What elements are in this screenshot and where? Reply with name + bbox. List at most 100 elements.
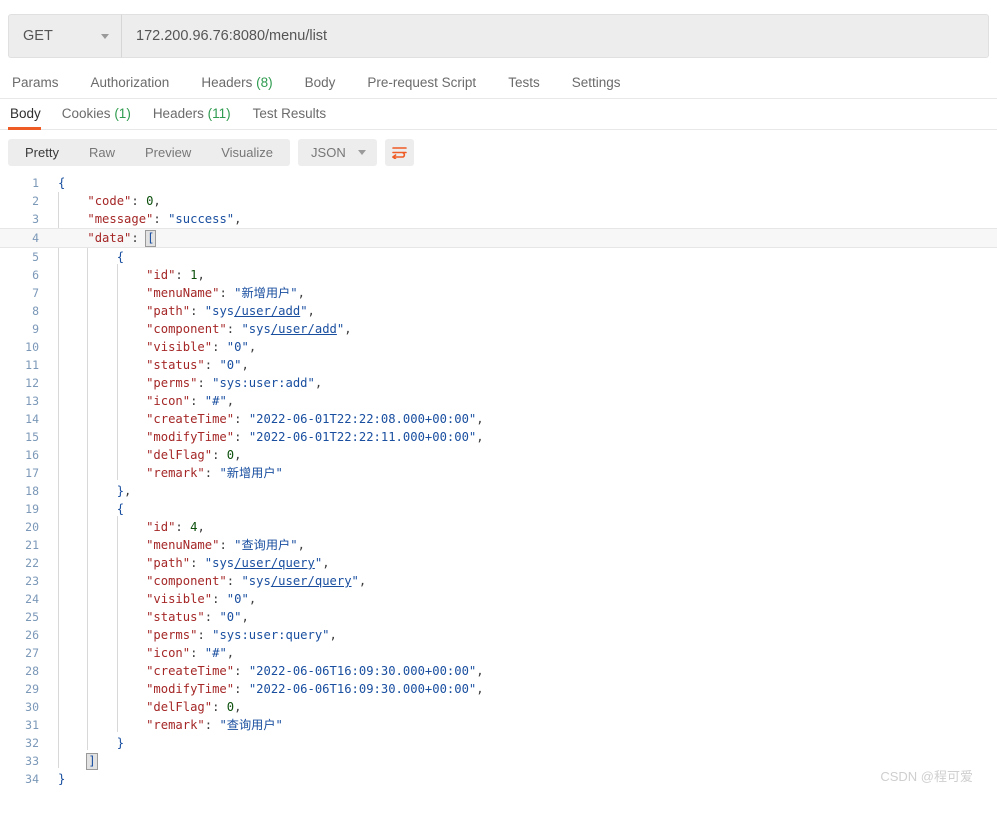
line-number: 16 xyxy=(25,448,39,462)
code-line: 22 "path": "sys/user/query", xyxy=(0,554,997,572)
code-line: 15 "modifyTime": "2022-06-01T22:22:11.00… xyxy=(0,428,997,446)
code-line: 29 "modifyTime": "2022-06-06T16:09:30.00… xyxy=(0,680,997,698)
response-tab-cookies[interactable]: Cookies (1) xyxy=(51,99,142,129)
line-number: 19 xyxy=(25,502,39,516)
response-format-select[interactable]: JSON xyxy=(298,139,377,166)
response-tab-label: Headers xyxy=(152,106,204,121)
code-line: 18 }, xyxy=(0,482,997,500)
line-number: 15 xyxy=(25,430,39,444)
request-tab-authorization[interactable]: Authorization xyxy=(75,66,186,99)
code-line: 31 "remark": "查询用户" xyxy=(0,716,997,734)
view-mode-raw[interactable]: Raw xyxy=(74,139,130,166)
code-line: 9 "component": "sys/user/add", xyxy=(0,320,997,338)
request-tab-settings[interactable]: Settings xyxy=(556,66,637,99)
line-number: 27 xyxy=(25,646,39,660)
code-text: "status": "0", xyxy=(146,358,249,372)
code-line: 3 "message": "success", xyxy=(0,210,997,228)
bracket-match-box: ] xyxy=(86,753,98,770)
watermark: CSDN @程可爱 xyxy=(880,769,973,784)
line-number: 5 xyxy=(32,250,39,264)
request-tab-pre-request-script[interactable]: Pre-request Script xyxy=(351,66,492,99)
word-wrap-button[interactable] xyxy=(384,139,414,166)
line-number: 33 xyxy=(25,754,39,768)
code-text: "path": "sys/user/query", xyxy=(146,556,330,570)
response-tab-test-results[interactable]: Test Results xyxy=(242,99,338,129)
response-tab-headers[interactable]: Headers (11) xyxy=(142,99,242,129)
view-mode-pretty[interactable]: Pretty xyxy=(10,139,74,166)
code-line: 20 "id": 4, xyxy=(0,518,997,536)
request-tab-params[interactable]: Params xyxy=(8,66,75,99)
chevron-down-icon xyxy=(357,150,366,155)
request-tab-count: (8) xyxy=(252,74,273,90)
request-tab-label: Authorization xyxy=(90,74,170,90)
code-line: 7 "menuName": "新增用户", xyxy=(0,284,997,302)
request-tab-label: Body xyxy=(304,74,336,90)
code-text: "modifyTime": "2022-06-06T16:09:30.000+0… xyxy=(146,682,484,696)
http-method-label: GET xyxy=(23,28,53,44)
code-line: 24 "visible": "0", xyxy=(0,590,997,608)
line-number: 32 xyxy=(25,736,39,750)
response-tab-count: (1) xyxy=(110,106,131,121)
code-line: 14 "createTime": "2022-06-01T22:22:08.00… xyxy=(0,410,997,428)
code-text: "component": "sys/user/add", xyxy=(146,322,352,336)
response-tab-label: Body xyxy=(10,106,41,121)
code-line: 26 "perms": "sys:user:query", xyxy=(0,626,997,644)
code-line: 2 "code": 0, xyxy=(0,192,997,210)
code-text: "modifyTime": "2022-06-01T22:22:11.000+0… xyxy=(146,430,484,444)
code-line: 21 "menuName": "查询用户", xyxy=(0,536,997,554)
code-text: "menuName": "查询用户", xyxy=(146,538,305,552)
code-text: "status": "0", xyxy=(146,610,249,624)
code-line: 32 } xyxy=(0,734,997,752)
code-line: 4 "data": [ xyxy=(0,228,997,248)
code-text: "delFlag": 0, xyxy=(146,700,242,714)
request-tab-label: Params xyxy=(12,74,59,90)
code-text: { xyxy=(116,502,125,516)
response-view-toolbar: Pretty Raw Preview Visualize JSON xyxy=(0,130,997,174)
line-number: 3 xyxy=(32,212,39,226)
request-tab-label: Headers xyxy=(201,74,253,90)
code-line: 10 "visible": "0", xyxy=(0,338,997,356)
response-tabs: Body Cookies (1) Headers (11) Test Results xyxy=(0,99,997,130)
code-text: } xyxy=(58,772,66,786)
bracket-match-box: [ xyxy=(145,230,157,247)
code-text: "createTime": "2022-06-01T22:22:08.000+0… xyxy=(146,412,484,426)
request-tab-headers[interactable]: Headers (8) xyxy=(185,66,288,99)
line-number: 29 xyxy=(25,682,39,696)
line-number: 11 xyxy=(25,358,39,372)
code-line: 11 "status": "0", xyxy=(0,356,997,374)
request-tab-body[interactable]: Body xyxy=(289,66,352,99)
response-format-label: JSON xyxy=(311,145,346,160)
view-mode-preview[interactable]: Preview xyxy=(130,139,206,166)
line-number: 8 xyxy=(32,304,39,318)
code-line: 27 "icon": "#", xyxy=(0,644,997,662)
view-mode-visualize[interactable]: Visualize xyxy=(206,139,288,166)
line-number: 7 xyxy=(32,286,39,300)
chevron-down-icon xyxy=(101,33,109,39)
line-number: 14 xyxy=(25,412,39,426)
code-text: "message": "success", xyxy=(87,212,242,226)
response-tab-body[interactable]: Body xyxy=(8,99,51,130)
code-text: "menuName": "新增用户", xyxy=(146,286,305,300)
code-line: 25 "status": "0", xyxy=(0,608,997,626)
request-url-bar: GET 172.200.96.76:8080/menu/list xyxy=(0,14,997,58)
request-tab-tests[interactable]: Tests xyxy=(492,66,556,99)
code-text: } xyxy=(116,736,125,750)
code-line: 13 "icon": "#", xyxy=(0,392,997,410)
url-input[interactable]: 172.200.96.76:8080/menu/list xyxy=(122,14,989,58)
line-number: 26 xyxy=(25,628,39,642)
code-text: "createTime": "2022-06-06T16:09:30.000+0… xyxy=(146,664,484,678)
code-text: "perms": "sys:user:add", xyxy=(146,376,323,390)
response-body-editor[interactable]: 1{2 "code": 0, 3 "message": "success", 4 "… xyxy=(0,174,997,799)
code-line: 28 "createTime": "2022-06-06T16:09:30.00… xyxy=(0,662,997,680)
code-line: 33 ] xyxy=(0,752,997,770)
http-method-select[interactable]: GET xyxy=(8,14,122,58)
line-number: 24 xyxy=(25,592,39,606)
request-tab-label: Settings xyxy=(571,74,621,90)
response-tab-count: (11) xyxy=(203,106,231,121)
line-number: 9 xyxy=(32,322,39,336)
code-text: }, xyxy=(116,484,132,498)
code-line: 17 "remark": "新增用户" xyxy=(0,464,997,482)
line-number: 18 xyxy=(25,484,39,498)
code-line: 5 { xyxy=(0,248,997,266)
code-text: "id": 4, xyxy=(146,520,205,534)
